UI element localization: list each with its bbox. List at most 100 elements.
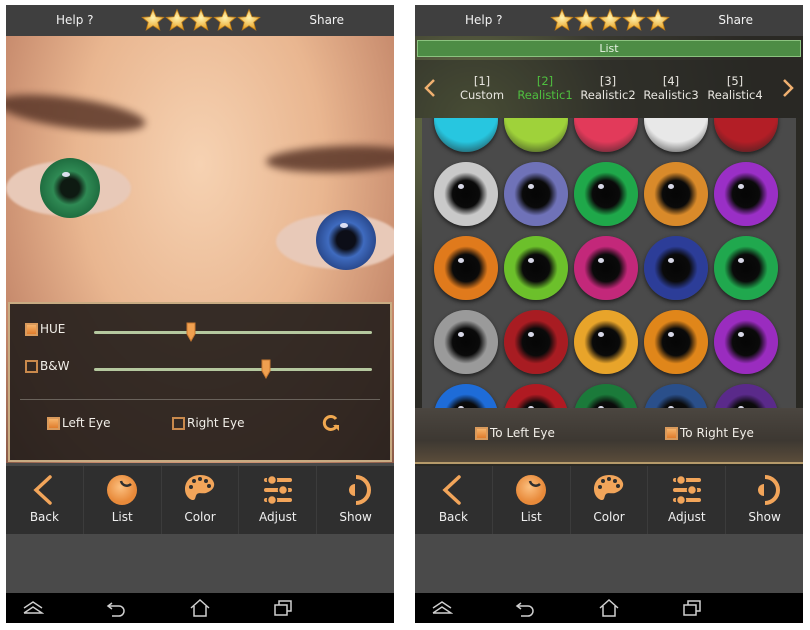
eye-style-option[interactable]: [574, 162, 638, 226]
toolbar-show-button[interactable]: Show: [317, 466, 394, 534]
toolbar-label: Show: [748, 510, 781, 524]
toolbar-color-button[interactable]: Color: [162, 466, 240, 534]
eye-style-option[interactable]: [434, 118, 498, 152]
eye-style-option[interactable]: [574, 118, 638, 152]
eye-style-option[interactable]: [434, 310, 498, 374]
recents-icon[interactable]: [681, 598, 703, 618]
eye-style-option[interactable]: [504, 162, 568, 226]
share-button[interactable]: Share: [309, 13, 344, 27]
star-icon[interactable]: [646, 8, 670, 32]
eye-style-option[interactable]: [714, 236, 778, 300]
collapse-icon[interactable]: [431, 598, 453, 618]
home-icon[interactable]: [189, 598, 211, 618]
right-eye-checkbox[interactable]: [172, 416, 185, 430]
star-icon[interactable]: [213, 8, 237, 32]
to-right-eye-checkbox[interactable]: [665, 426, 678, 440]
category-tab-custom[interactable]: [1] Custom: [447, 74, 517, 102]
toolbar-adjust-button[interactable]: Adjust: [239, 466, 318, 534]
rating-stars[interactable]: [550, 8, 670, 32]
category-tab-realistic4[interactable]: [5] Realistic4: [700, 74, 770, 102]
refresh-icon[interactable]: [322, 414, 340, 432]
recents-icon[interactable]: [272, 598, 294, 618]
help-button[interactable]: Help ?: [56, 13, 94, 27]
empty-area: [6, 534, 394, 593]
eye-glint: [528, 332, 534, 337]
eye-style-option[interactable]: [504, 118, 568, 152]
hue-toggle[interactable]: HUE: [25, 322, 65, 336]
star-icon[interactable]: [574, 8, 598, 32]
bw-slider-thumb[interactable]: [261, 359, 271, 379]
toolbar-back-button[interactable]: Back: [6, 466, 84, 534]
eyeball-icon: [516, 475, 547, 505]
eye-style-option[interactable]: [504, 236, 568, 300]
eye-glint: [598, 258, 604, 263]
category-tab-realistic3[interactable]: [4] Realistic3: [636, 74, 706, 102]
eye-style-option[interactable]: [714, 310, 778, 374]
eye-style-option[interactable]: [644, 310, 708, 374]
eye-style-option[interactable]: [644, 236, 708, 300]
eye-style-option[interactable]: [714, 118, 778, 152]
eye-style-option[interactable]: [644, 118, 708, 152]
eye-style-option[interactable]: [644, 162, 708, 226]
eye-style-option[interactable]: [434, 162, 498, 226]
next-category-icon[interactable]: [781, 78, 795, 98]
toolbar-list-button[interactable]: List: [493, 466, 571, 534]
category-tab-realistic1[interactable]: [2] Realistic1: [510, 74, 580, 102]
bw-slider[interactable]: [94, 368, 372, 371]
toolbar-back-button[interactable]: Back: [415, 466, 493, 534]
to-left-eye-toggle[interactable]: To Left Eye: [475, 426, 555, 440]
bottom-toolbar: Back List Color Adjust Show: [6, 466, 394, 534]
star-icon[interactable]: [622, 8, 646, 32]
category-tab-realistic2[interactable]: [3] Realistic2: [573, 74, 643, 102]
toolbar-label: Adjust: [668, 510, 706, 524]
back-icon[interactable]: [515, 598, 537, 618]
eye-style-option[interactable]: [434, 236, 498, 300]
eye-style-option[interactable]: [434, 384, 498, 408]
toolbar-adjust-button[interactable]: Adjust: [648, 466, 727, 534]
hue-slider-thumb[interactable]: [186, 322, 196, 342]
left-eye-glint: [62, 172, 70, 177]
eye-glint: [458, 332, 464, 337]
star-icon[interactable]: [598, 8, 622, 32]
eye-style-option[interactable]: [574, 384, 638, 408]
toolbar-list-button[interactable]: List: [84, 466, 162, 534]
category-name: Realistic3: [643, 88, 699, 102]
right-eye-toggle[interactable]: Right Eye: [172, 416, 244, 430]
eye-style-option[interactable]: [504, 310, 568, 374]
home-icon[interactable]: [598, 598, 620, 618]
chevron-left-icon: [33, 475, 53, 505]
rating-stars[interactable]: [141, 8, 261, 32]
star-icon[interactable]: [550, 8, 574, 32]
category-name: Realistic1: [517, 88, 573, 102]
star-icon[interactable]: [141, 8, 165, 32]
eye-glint: [668, 258, 674, 263]
back-icon[interactable]: [106, 598, 128, 618]
to-left-eye-checkbox[interactable]: [475, 426, 488, 440]
eye-style-option[interactable]: [574, 310, 638, 374]
hue-checkbox[interactable]: [25, 322, 38, 336]
eye-style-option[interactable]: [714, 384, 778, 408]
panel-divider: [20, 399, 380, 400]
toolbar-color-button[interactable]: Color: [571, 466, 649, 534]
star-icon[interactable]: [237, 8, 261, 32]
prev-category-icon[interactable]: [423, 78, 437, 98]
toolbar-label: Color: [593, 510, 625, 524]
to-right-eye-toggle[interactable]: To Right Eye: [665, 426, 754, 440]
hue-slider[interactable]: [94, 331, 372, 334]
help-button[interactable]: Help ?: [465, 13, 503, 27]
eye-style-option[interactable]: [504, 384, 568, 408]
bw-checkbox[interactable]: [25, 359, 38, 373]
toolbar-label: Adjust: [259, 510, 297, 524]
bottom-toolbar: Back List Color Adjust Show: [415, 466, 803, 534]
share-button[interactable]: Share: [718, 13, 753, 27]
star-icon[interactable]: [165, 8, 189, 32]
left-eye-toggle[interactable]: Left Eye: [47, 416, 110, 430]
bw-toggle[interactable]: B&W: [25, 359, 69, 373]
left-eye-checkbox[interactable]: [47, 416, 60, 430]
eye-style-option[interactable]: [574, 236, 638, 300]
toolbar-show-button[interactable]: Show: [726, 466, 803, 534]
eye-style-option[interactable]: [714, 162, 778, 226]
star-icon[interactable]: [189, 8, 213, 32]
collapse-icon[interactable]: [22, 598, 44, 618]
eye-style-option[interactable]: [644, 384, 708, 408]
